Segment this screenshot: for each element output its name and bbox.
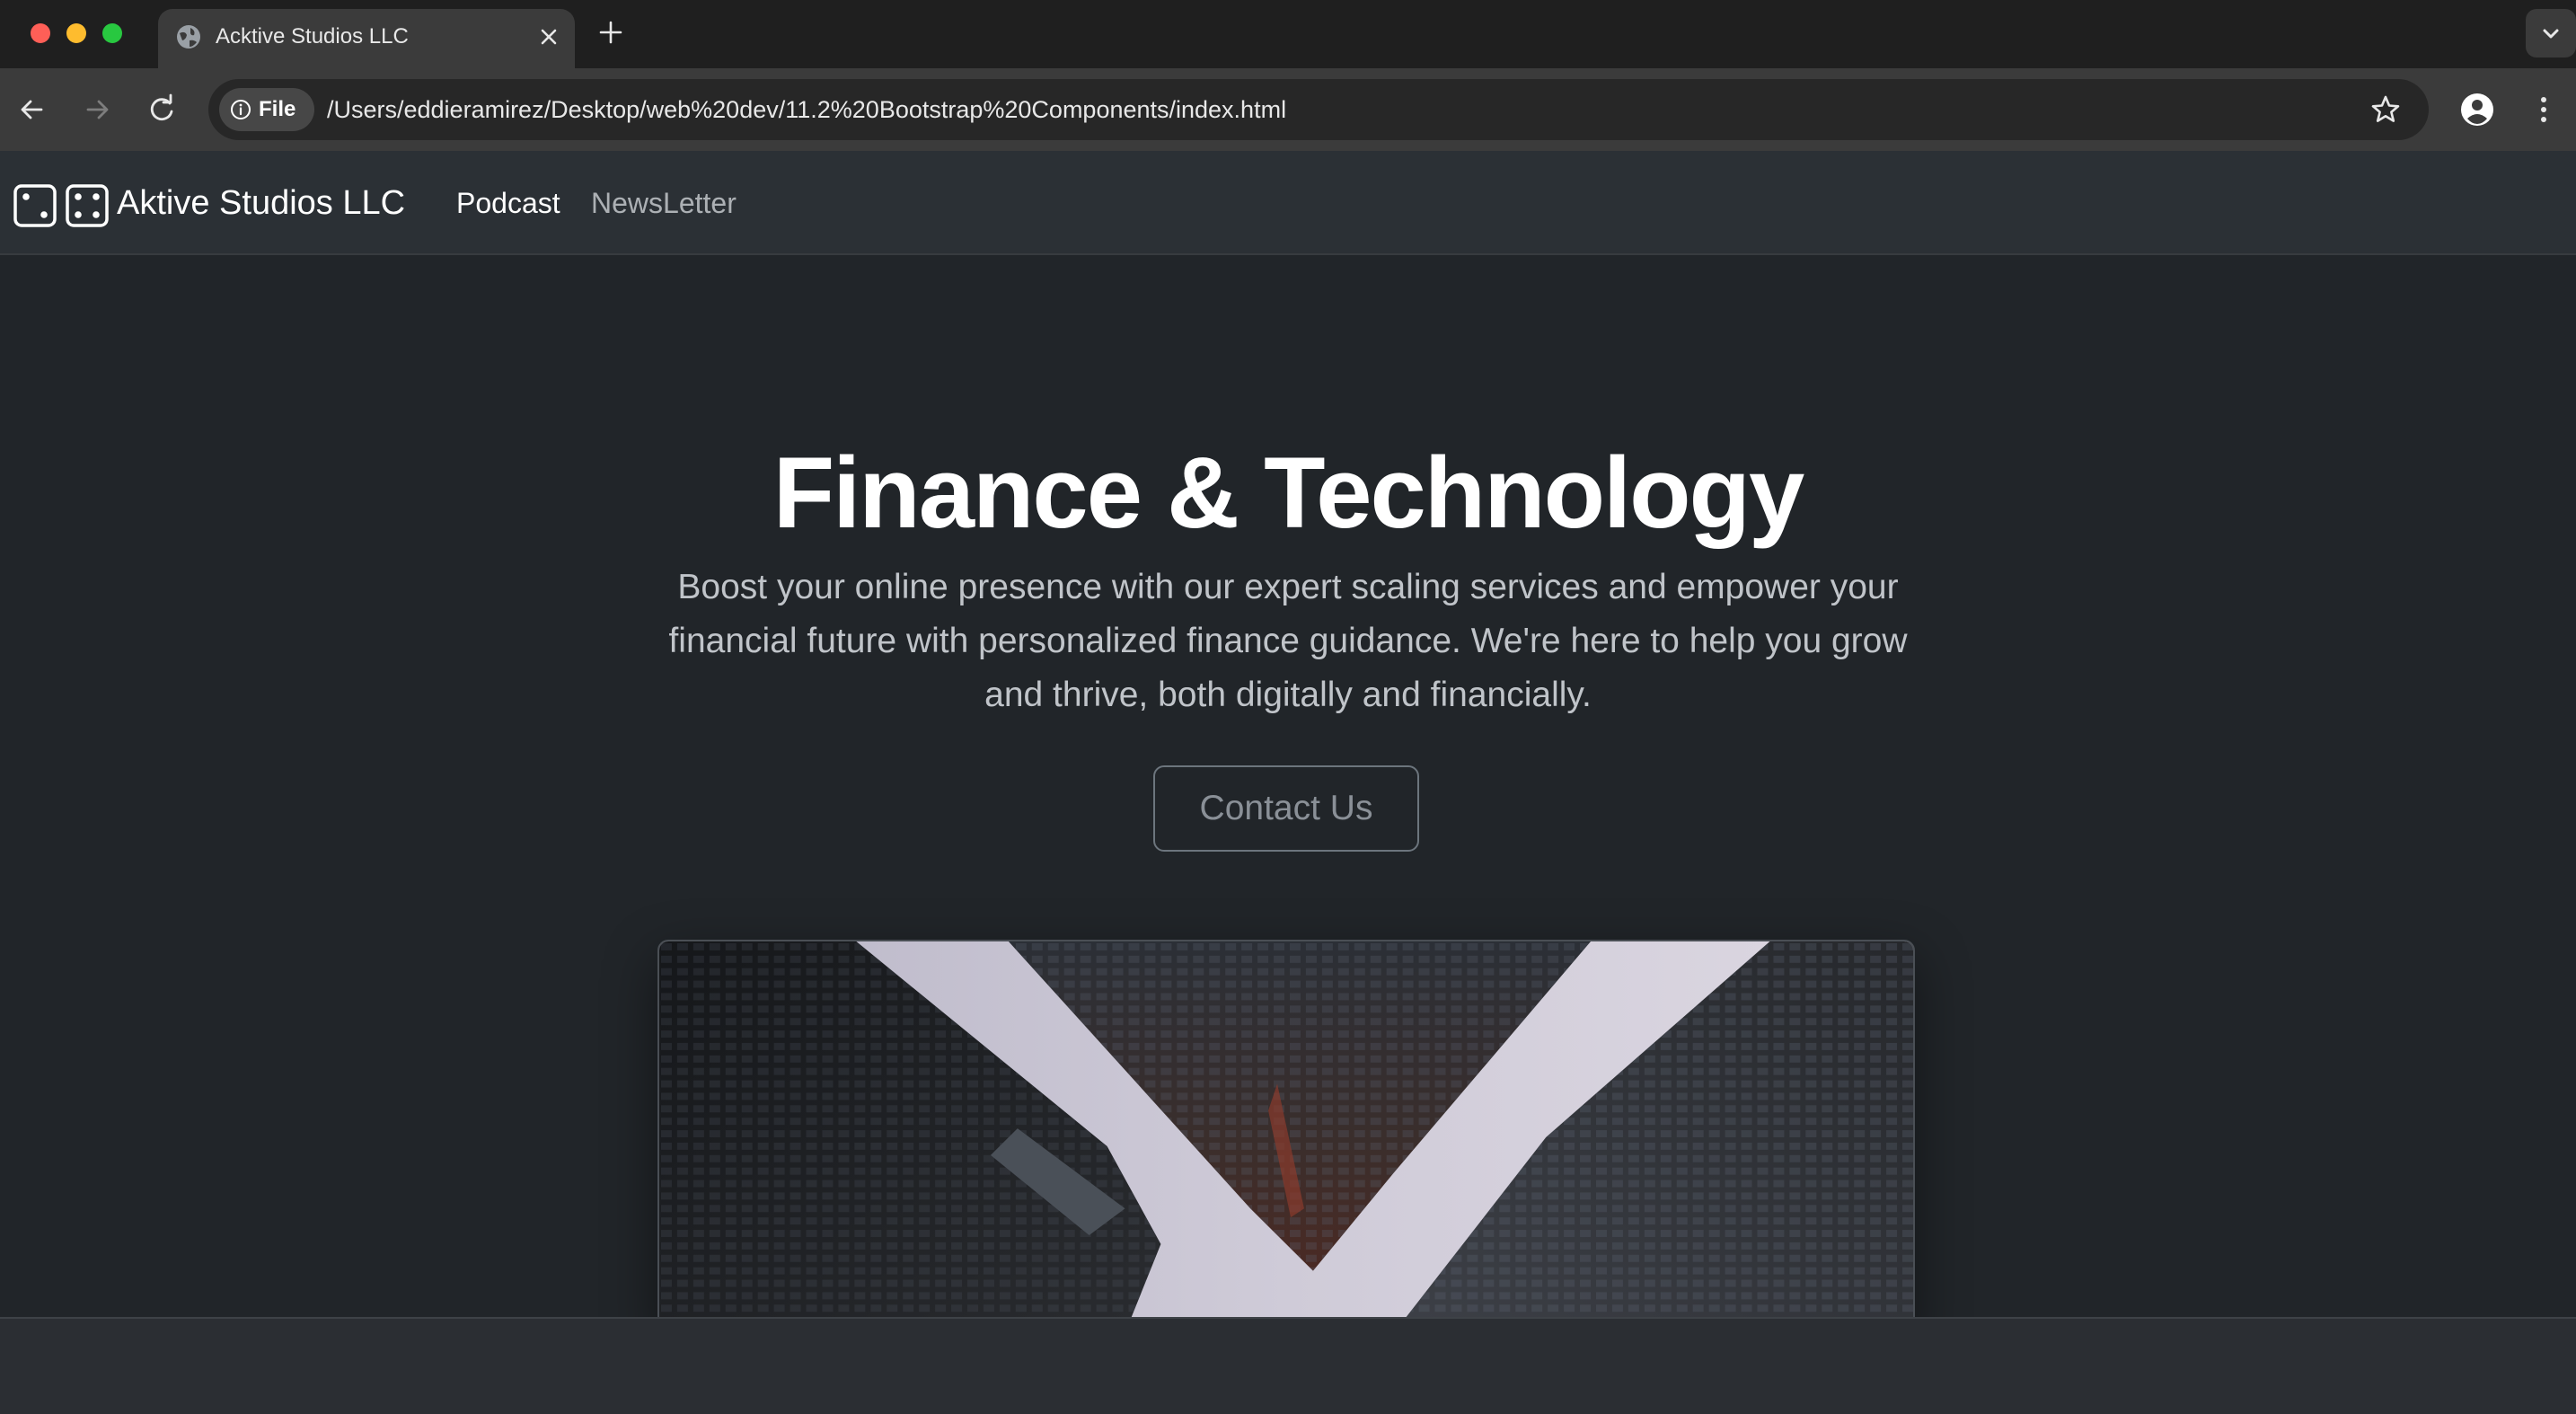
contact-us-button[interactable]: Contact Us xyxy=(1153,765,1419,852)
minimize-window-button[interactable] xyxy=(66,23,86,43)
tab-strip: Acktive Studios LLC xyxy=(0,0,2576,68)
hero-lead-text: Boost your online presence with our expe… xyxy=(668,568,1908,714)
site-navbar: Aktive Studios LLC Podcast NewsLetter xyxy=(0,151,2576,255)
url-text[interactable]: /Users/eddieramirez/Desktop/web%20dev/11… xyxy=(327,95,1286,124)
bookmark-star-icon[interactable] xyxy=(2368,92,2404,128)
tab-title: Acktive Studios LLC xyxy=(216,24,409,49)
file-scheme-label: File xyxy=(259,97,296,121)
nav-link-podcast[interactable]: Podcast xyxy=(456,185,560,221)
hero-skyscrapers-image xyxy=(657,940,1915,1317)
more-options-icon[interactable] xyxy=(2524,90,2563,129)
dice-four-icon[interactable] xyxy=(65,183,110,228)
chevron-down-icon xyxy=(2543,29,2559,39)
new-tab-icon[interactable] xyxy=(595,16,627,49)
web-page: Aktive Studios LLC Podcast NewsLetter Fi… xyxy=(0,151,2576,1317)
back-arrow-icon[interactable] xyxy=(13,90,52,129)
hero-title: Finance & Technology xyxy=(772,437,1805,549)
reload-icon[interactable] xyxy=(142,90,181,129)
site-info-chip[interactable]: File xyxy=(219,88,314,131)
skyscrapers-photo xyxy=(659,941,1913,1317)
globe-icon xyxy=(177,25,200,49)
tab-search-button[interactable] xyxy=(2526,9,2576,57)
dice-two-icon[interactable] xyxy=(13,183,57,228)
maximize-window-button[interactable] xyxy=(102,23,122,43)
nav-link-newsletter[interactable]: NewsLetter xyxy=(591,185,737,221)
info-icon xyxy=(231,100,251,119)
browser-tab[interactable]: Acktive Studios LLC xyxy=(158,9,575,68)
close-tab-icon[interactable] xyxy=(534,22,564,52)
bottom-bar xyxy=(0,1317,2576,1414)
address-bar[interactable]: File /Users/eddieramirez/Desktop/web%20d… xyxy=(208,79,2429,140)
forward-arrow-icon[interactable] xyxy=(77,90,117,129)
browser-window: Acktive Studios LLC File /Users/eddieram… xyxy=(0,0,2576,1414)
profile-avatar-icon[interactable] xyxy=(2456,88,2499,131)
browser-toolbar: File /Users/eddieramirez/Desktop/web%20d… xyxy=(0,68,2576,151)
brand-name[interactable]: Aktive Studios LLC xyxy=(117,181,405,225)
close-window-button[interactable] xyxy=(31,23,50,43)
